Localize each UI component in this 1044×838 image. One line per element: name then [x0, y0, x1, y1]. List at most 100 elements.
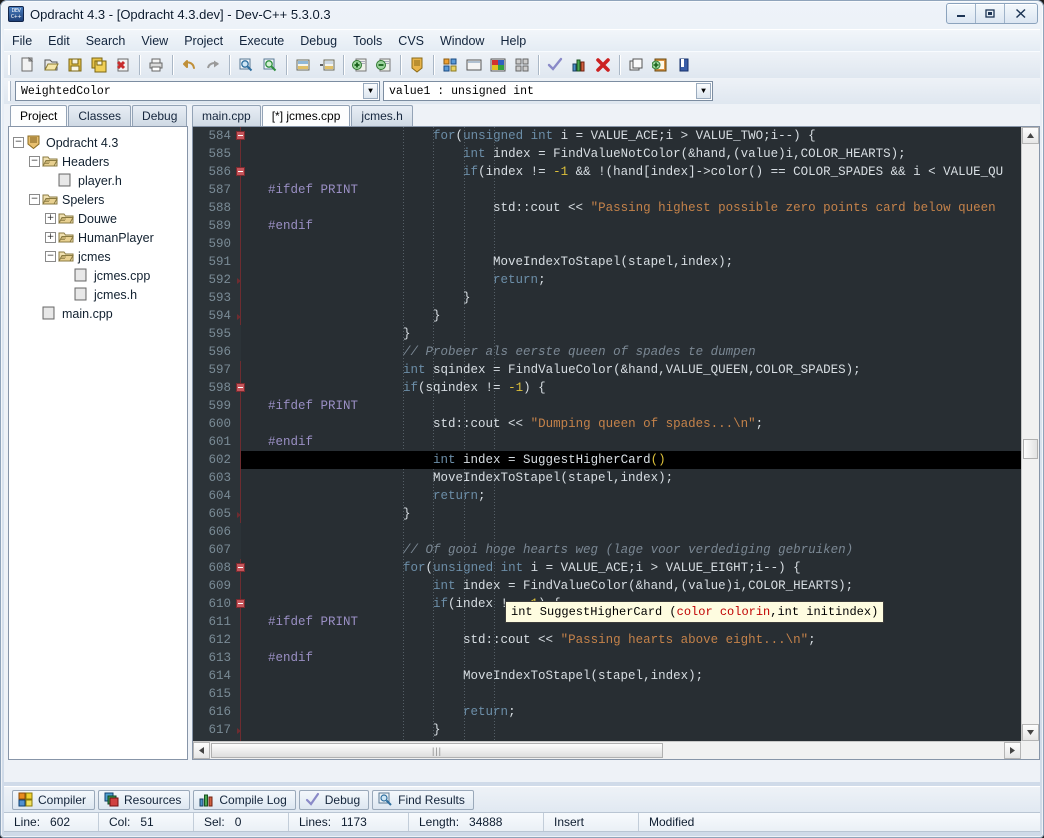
- code-line[interactable]: 588 std::cout << "Passing highest possib…: [193, 199, 1021, 217]
- menu-item-cvs[interactable]: CVS: [390, 32, 432, 50]
- print-icon[interactable]: [145, 54, 167, 76]
- menu-item-edit[interactable]: Edit: [40, 32, 78, 50]
- code-line[interactable]: 614 MoveIndexToStapel(stapel,index);: [193, 667, 1021, 685]
- scroll-down-button[interactable]: [1022, 724, 1039, 741]
- collapse-toggle-icon[interactable]: −: [29, 156, 40, 167]
- code-area[interactable]: 584 for(unsigned int i = VALUE_ACE;i > V…: [193, 127, 1021, 741]
- code-line[interactable]: 590: [193, 235, 1021, 253]
- project-options-icon[interactable]: [406, 54, 428, 76]
- undo-icon[interactable]: [178, 54, 200, 76]
- compile-and-run-icon[interactable]: [487, 54, 509, 76]
- code-line[interactable]: 591 MoveIndexToStapel(stapel,index);: [193, 253, 1021, 271]
- code-line[interactable]: 612 std::cout << "Passing hearts above e…: [193, 631, 1021, 649]
- bottom-tab-compile-log[interactable]: Compile Log: [193, 790, 295, 810]
- expand-toggle-icon[interactable]: +: [45, 232, 56, 243]
- new-file-icon[interactable]: [16, 54, 38, 76]
- redo-icon[interactable]: [202, 54, 224, 76]
- tree-item[interactable]: +Douwe: [13, 209, 185, 228]
- fold-marker[interactable]: [235, 379, 249, 397]
- fold-marker[interactable]: [235, 559, 249, 577]
- fold-marker[interactable]: [235, 127, 249, 145]
- expand-toggle-icon[interactable]: +: [45, 213, 56, 224]
- collapse-toggle-icon[interactable]: −: [29, 194, 40, 205]
- editor-tab-main-cpp[interactable]: main.cpp: [192, 105, 261, 126]
- code-line[interactable]: 602 int index = SuggestHigherCard(): [193, 451, 1021, 469]
- tree-item[interactable]: +HumanPlayer: [13, 228, 185, 247]
- vertical-scroll-thumb[interactable]: [1023, 439, 1038, 459]
- menu-item-file[interactable]: File: [4, 32, 40, 50]
- code-line[interactable]: 598 if(sqindex != -1) {: [193, 379, 1021, 397]
- minimize-button[interactable]: [947, 4, 976, 23]
- editor-vertical-scrollbar[interactable]: [1021, 127, 1039, 741]
- code-line[interactable]: 607 // Of gooi hoge hearts weg (lage voo…: [193, 541, 1021, 559]
- save-all-icon[interactable]: [88, 54, 110, 76]
- code-line[interactable]: 587 #ifdef PRINT: [193, 181, 1021, 199]
- code-line[interactable]: 601 #endif: [193, 433, 1021, 451]
- rebuild-all-icon[interactable]: [511, 54, 533, 76]
- tree-item[interactable]: −Headers: [13, 152, 185, 171]
- menu-item-debug[interactable]: Debug: [292, 32, 345, 50]
- code-line[interactable]: 599 #ifdef PRINT: [193, 397, 1021, 415]
- code-line[interactable]: 613 #endif: [193, 649, 1021, 667]
- code-line[interactable]: 593 }: [193, 289, 1021, 307]
- tree-item[interactable]: main.cpp: [13, 304, 185, 323]
- menu-item-project[interactable]: Project: [176, 32, 231, 50]
- code-line[interactable]: 595 }: [193, 325, 1021, 343]
- goto-function-icon[interactable]: [316, 54, 338, 76]
- bottom-tab-debug[interactable]: Debug: [299, 790, 369, 810]
- fold-marker[interactable]: [235, 163, 249, 181]
- menu-item-window[interactable]: Window: [432, 32, 492, 50]
- code-line[interactable]: 608 for(unsigned int i = VALUE_ACE;i > V…: [193, 559, 1021, 577]
- code-line[interactable]: 603 MoveIndexToStapel(stapel,index);: [193, 469, 1021, 487]
- tree-item[interactable]: jcmes.h: [13, 285, 185, 304]
- editor-tab-jcmes-h[interactable]: jcmes.h: [351, 105, 412, 126]
- code-line[interactable]: 592 return;: [193, 271, 1021, 289]
- tree-item[interactable]: −Opdracht 4.3: [13, 133, 185, 152]
- editor-tab--jcmes-cpp[interactable]: [*] jcmes.cpp: [262, 105, 351, 127]
- editor-horizontal-scrollbar[interactable]: |||: [193, 741, 1021, 759]
- code-line[interactable]: 589 #endif: [193, 217, 1021, 235]
- toggle-bookmark-icon[interactable]: [673, 54, 695, 76]
- fold-marker[interactable]: [235, 595, 249, 613]
- code-line[interactable]: 609 int index = FindValueColor(&hand,(va…: [193, 577, 1021, 595]
- tree-item[interactable]: jcmes.cpp: [13, 266, 185, 285]
- chevron-down-icon[interactable]: ▼: [363, 83, 378, 99]
- remove-from-project-icon[interactable]: [373, 54, 395, 76]
- menu-item-execute[interactable]: Execute: [231, 32, 292, 50]
- chevron-down-icon[interactable]: ▼: [696, 83, 711, 99]
- tree-item[interactable]: −jcmes: [13, 247, 185, 266]
- code-line[interactable]: 600 std::cout << "Dumping queen of spade…: [193, 415, 1021, 433]
- goto-line-icon[interactable]: [292, 54, 314, 76]
- code-line[interactable]: 606: [193, 523, 1021, 541]
- profile-icon[interactable]: [568, 54, 590, 76]
- add-to-project-icon[interactable]: [349, 54, 371, 76]
- bottom-tab-compiler[interactable]: Compiler: [12, 790, 95, 810]
- menu-item-view[interactable]: View: [133, 32, 176, 50]
- project-tab-classes[interactable]: Classes: [68, 105, 131, 126]
- collapse-toggle-icon[interactable]: −: [13, 137, 24, 148]
- code-line[interactable]: 615: [193, 685, 1021, 703]
- scroll-up-button[interactable]: [1022, 127, 1039, 144]
- project-tab-debug[interactable]: Debug: [132, 105, 187, 126]
- toolbar-grip[interactable]: [8, 55, 12, 75]
- find-icon[interactable]: [235, 54, 257, 76]
- project-tree[interactable]: −Opdracht 4.3−Headersplayer.h−Spelers+Do…: [8, 126, 188, 760]
- next-window-icon[interactable]: [625, 54, 647, 76]
- code-line[interactable]: 596 // Probeer als eerste queen of spade…: [193, 343, 1021, 361]
- code-line[interactable]: 597 int sqindex = FindValueColor(&hand,V…: [193, 361, 1021, 379]
- code-line[interactable]: 604 return;: [193, 487, 1021, 505]
- class-combo[interactable]: WeightedColor ▼: [15, 81, 380, 101]
- close-file-icon[interactable]: [112, 54, 134, 76]
- scroll-left-button[interactable]: [193, 742, 210, 759]
- menu-item-help[interactable]: Help: [492, 32, 534, 50]
- toolbar-grip[interactable]: [8, 81, 12, 101]
- menu-item-tools[interactable]: Tools: [345, 32, 390, 50]
- code-line[interactable]: 586 if(index != -1 && !(hand[index]->col…: [193, 163, 1021, 181]
- code-line[interactable]: 605 }: [193, 505, 1021, 523]
- tree-item[interactable]: −Spelers: [13, 190, 185, 209]
- maximize-button[interactable]: [976, 4, 1005, 23]
- bottom-tab-find-results[interactable]: Find Results: [372, 790, 474, 810]
- code-line[interactable]: 616 return;: [193, 703, 1021, 721]
- insert-icon[interactable]: [649, 54, 671, 76]
- compile-icon[interactable]: [439, 54, 461, 76]
